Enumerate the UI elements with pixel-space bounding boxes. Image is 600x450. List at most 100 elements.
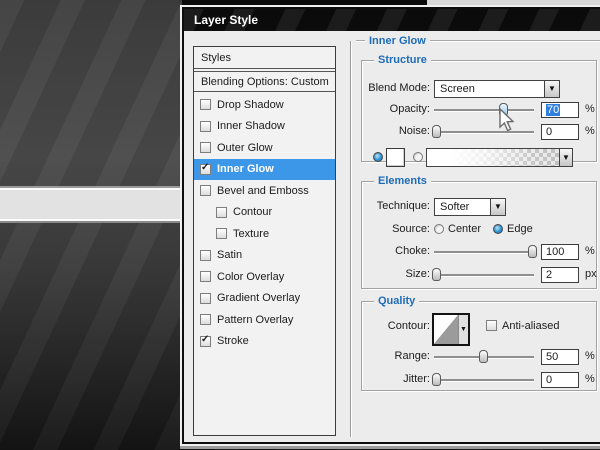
style-item-label: Gradient Overlay [217, 292, 300, 304]
blend-mode-select[interactable]: Screen ▼ [434, 80, 560, 98]
choke-label: Choke: [362, 245, 430, 257]
styles-header[interactable]: Styles [194, 47, 335, 69]
contour-picker[interactable]: ▼ [432, 313, 470, 346]
jitter-label: Jitter: [362, 373, 430, 385]
source-center-label[interactable]: Center [448, 223, 481, 235]
dialog-title: Layer Style [194, 13, 258, 27]
choke-slider-track[interactable] [434, 251, 534, 253]
checkbox-satin[interactable] [200, 250, 211, 261]
elements-group: Elements Technique: Softer ▼ Source: Cen… [361, 181, 597, 289]
style-item-contour[interactable]: Contour [194, 202, 335, 224]
contour-thumbnail-icon[interactable] [434, 315, 458, 344]
noise-label: Noise: [362, 125, 430, 137]
checkbox-stroke[interactable]: ✓ [200, 336, 211, 347]
range-input[interactable]: 50 [541, 349, 579, 365]
style-item-label: Inner Shadow [217, 120, 285, 132]
noise-slider-track[interactable] [434, 131, 534, 133]
jitter-slider-track[interactable] [434, 379, 534, 381]
anti-aliased-checkbox[interactable] [486, 320, 497, 331]
noise-slider-thumb[interactable] [432, 125, 441, 138]
style-item-texture[interactable]: Texture [194, 223, 335, 245]
contour-label: Contour: [362, 320, 430, 332]
checkbox-inner-shadow[interactable] [200, 121, 211, 132]
opacity-unit: % [585, 103, 595, 115]
screenshot-canvas: Layer Style Styles Blending Options: Cus… [0, 0, 600, 450]
style-item-label: Color Overlay [217, 271, 284, 283]
checkbox-pattern-overlay[interactable] [200, 314, 211, 325]
noise-unit: % [585, 125, 595, 137]
checkbox-outer-glow[interactable] [200, 142, 211, 153]
checkbox-gradient-overlay[interactable] [200, 293, 211, 304]
style-item-label: Contour [233, 206, 272, 218]
color-radio[interactable] [373, 152, 383, 162]
blend-mode-label: Blend Mode: [362, 82, 430, 94]
style-item-label: Drop Shadow [217, 99, 284, 111]
style-item-stroke[interactable]: ✓ Stroke [194, 331, 335, 353]
checkbox-inner-glow[interactable]: ✓ [200, 164, 211, 175]
range-unit: % [585, 350, 595, 362]
style-item-label: Bevel and Emboss [217, 185, 309, 197]
technique-select[interactable]: Softer ▼ [434, 198, 506, 216]
chevron-down-icon[interactable]: ▼ [458, 315, 468, 344]
anti-aliased-label[interactable]: Anti-aliased [502, 320, 559, 332]
source-edge-label[interactable]: Edge [507, 223, 533, 235]
structure-group: Structure Blend Mode: Screen ▼ Opacity: … [361, 60, 597, 162]
size-input[interactable]: 2 [541, 267, 579, 283]
quality-group: Quality Contour: ▼ Anti-aliased Range: 5… [361, 301, 597, 391]
opacity-slider-track[interactable] [434, 109, 534, 111]
chevron-down-icon[interactable]: ▼ [544, 81, 559, 97]
choke-input[interactable]: 100 [541, 244, 579, 260]
size-slider-track[interactable] [434, 274, 534, 276]
source-center-radio[interactable] [434, 224, 444, 234]
checkbox-drop-shadow[interactable] [200, 99, 211, 110]
opacity-input[interactable]: 70 [541, 102, 579, 118]
style-item-satin[interactable]: Satin [194, 245, 335, 267]
dialog-content: Styles Blending Options: Custom Drop Sha… [184, 31, 600, 442]
style-item-drop-shadow[interactable]: Drop Shadow [194, 94, 335, 116]
quality-legend: Quality [374, 295, 419, 308]
dialog-titlebar[interactable]: Layer Style [184, 9, 600, 31]
gradient-preview[interactable] [427, 149, 559, 166]
gradient-picker[interactable]: ▼ [426, 148, 573, 167]
heading-rule-right [430, 40, 600, 42]
size-label: Size: [362, 268, 430, 280]
checkbox-contour[interactable] [216, 207, 227, 218]
style-item-inner-glow[interactable]: ✓ Inner Glow [194, 159, 335, 181]
glow-color-swatch[interactable] [386, 148, 405, 167]
style-item-pattern-overlay[interactable]: Pattern Overlay [194, 309, 335, 331]
heading-rule-left [356, 40, 365, 42]
chevron-down-icon[interactable]: ▼ [559, 149, 572, 166]
style-item-bevel-and-emboss[interactable]: Bevel and Emboss [194, 180, 335, 202]
noise-input[interactable]: 0 [541, 124, 579, 140]
style-item-label: Inner Glow [217, 163, 274, 175]
style-item-label: Stroke [217, 335, 249, 347]
panel-divider [350, 41, 352, 437]
range-slider-thumb[interactable] [479, 350, 488, 363]
source-label: Source: [362, 223, 430, 235]
jitter-input[interactable]: 0 [541, 372, 579, 388]
checkbox-bevel-and-emboss[interactable] [200, 185, 211, 196]
inner-glow-heading: Inner Glow [356, 35, 600, 47]
technique-label: Technique: [362, 200, 430, 212]
style-item-label: Satin [217, 249, 242, 261]
checkbox-color-overlay[interactable] [200, 271, 211, 282]
style-item-label: Texture [233, 228, 269, 240]
layer-style-dialog: Layer Style Styles Blending Options: Cus… [180, 5, 600, 446]
style-item-outer-glow[interactable]: Outer Glow [194, 137, 335, 159]
blending-options-item[interactable]: Blending Options: Custom [194, 71, 335, 92]
style-item-color-overlay[interactable]: Color Overlay [194, 266, 335, 288]
chevron-down-icon[interactable]: ▼ [490, 199, 505, 215]
opacity-label: Opacity: [362, 103, 430, 115]
style-item-gradient-overlay[interactable]: Gradient Overlay [194, 288, 335, 310]
choke-unit: % [585, 245, 595, 257]
source-edge-radio[interactable] [493, 224, 503, 234]
size-slider-thumb[interactable] [432, 268, 441, 281]
gradient-radio[interactable] [413, 152, 423, 162]
jitter-slider-thumb[interactable] [432, 373, 441, 386]
style-item-label: Pattern Overlay [217, 314, 293, 326]
style-item-label: Outer Glow [217, 142, 273, 154]
mouse-cursor-icon [496, 107, 514, 133]
choke-slider-thumb[interactable] [528, 245, 537, 258]
style-item-inner-shadow[interactable]: Inner Shadow [194, 116, 335, 138]
checkbox-texture[interactable] [216, 228, 227, 239]
